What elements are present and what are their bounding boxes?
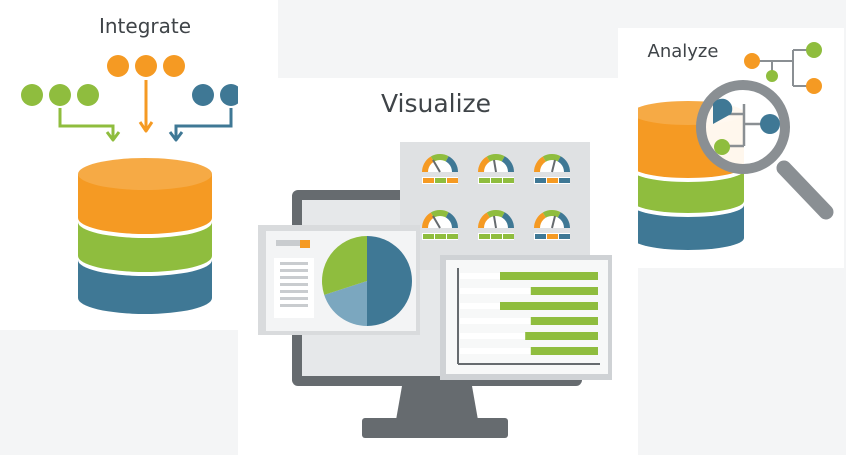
- pie-chart-icon: [322, 236, 412, 326]
- blue-dot: [192, 84, 214, 106]
- analyze-panel: Analyze: [618, 28, 844, 268]
- bar: [530, 347, 598, 355]
- bar: [530, 317, 598, 325]
- orange-dot-group: [107, 55, 185, 77]
- tree-node: [806, 78, 822, 94]
- orange-dot: [163, 55, 185, 77]
- tree-node: [744, 53, 760, 69]
- database-top: [78, 158, 212, 190]
- monitor-base: [362, 418, 508, 438]
- bar: [525, 332, 598, 340]
- visualize-title: Visualize: [381, 89, 491, 118]
- orange-dot: [135, 55, 157, 77]
- tree-node: [766, 70, 778, 82]
- pie-chart-card: [258, 225, 420, 335]
- bar-chart-card: [440, 255, 612, 380]
- bar: [530, 287, 598, 295]
- data-workflow-illustration: Integrate Analyze Visualize: [0, 0, 844, 455]
- green-dot: [21, 84, 43, 106]
- orange-dot: [107, 55, 129, 77]
- bar: [500, 272, 598, 280]
- green-dot-group: [21, 84, 99, 106]
- green-dot: [77, 84, 99, 106]
- gauge-dashboard-card: [400, 142, 590, 270]
- bar: [500, 302, 598, 310]
- monitor-neck: [396, 386, 478, 420]
- visualize-panel: Visualize: [238, 78, 638, 455]
- integrate-title: Integrate: [99, 14, 191, 38]
- database-icon: [78, 158, 212, 314]
- tree-node: [806, 42, 822, 58]
- integrate-panel: Integrate: [0, 0, 278, 330]
- analyze-title: Analyze: [648, 41, 719, 62]
- green-dot: [49, 84, 71, 106]
